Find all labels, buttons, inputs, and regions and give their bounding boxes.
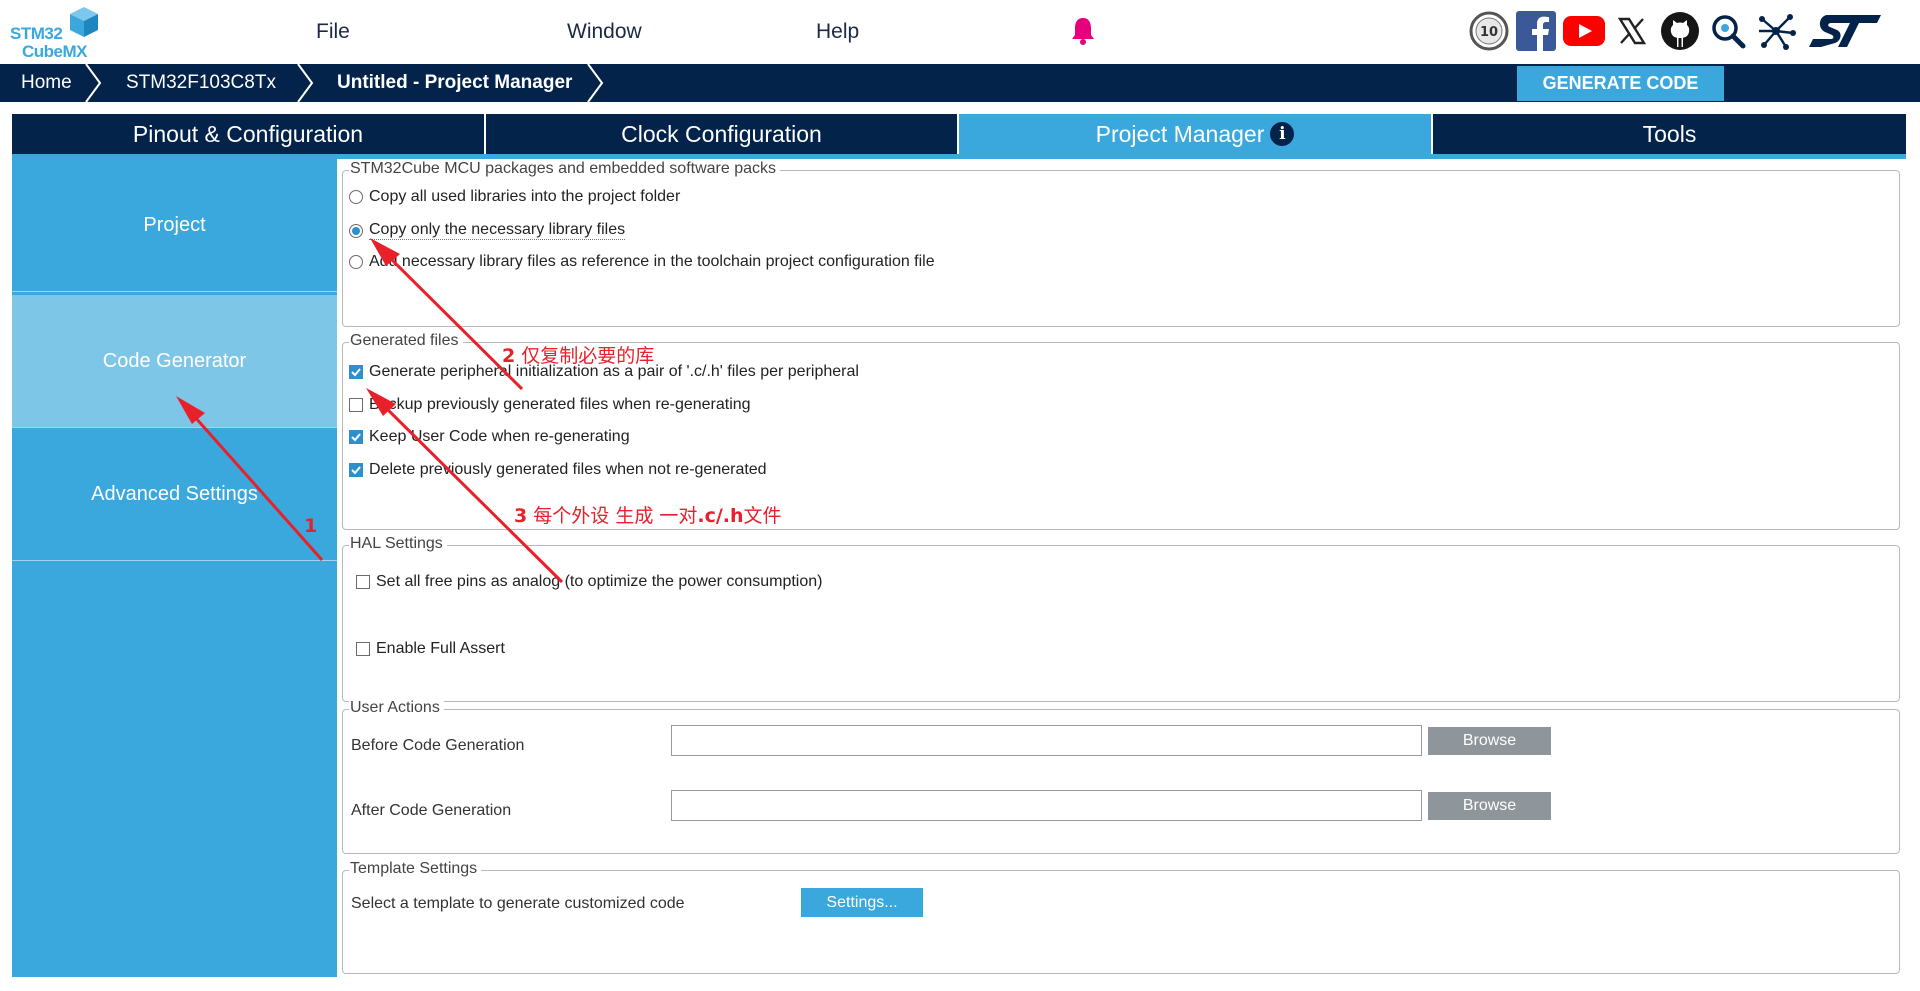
tab-label: Tools — [1642, 121, 1697, 147]
before-generation-label: Before Code Generation — [351, 737, 525, 754]
sidebar-item-advanced-settings[interactable]: Advanced Settings — [12, 428, 337, 561]
after-generation-label: After Code Generation — [351, 802, 512, 819]
tab-project-manager[interactable]: Project Manager i — [959, 114, 1433, 154]
checkmark-icon — [351, 466, 361, 475]
option-label: Enable Full Assert — [376, 640, 505, 657]
hal-settings-group: HAL Settings Set all free pins as analog… — [342, 535, 1900, 702]
checkmark-icon — [351, 433, 361, 442]
copy-all-libraries-option[interactable]: Copy all used libraries into the project… — [349, 188, 680, 206]
breadcrumb-project[interactable]: Untitled - Project Manager — [337, 64, 572, 102]
annotation-3: 3 每个外设 生成 一对.c/.h文件 — [514, 501, 782, 528]
add-library-reference-radio[interactable] — [349, 255, 363, 269]
annotation-text-tail: 文件 — [743, 505, 782, 527]
breadcrumb-separator-icon — [587, 64, 604, 102]
st-logo-icon[interactable] — [1806, 10, 1884, 52]
template-settings-group: Template Settings Select a template to g… — [342, 860, 1900, 974]
breadcrumb-home[interactable]: Home — [21, 64, 72, 102]
hal-settings-legend: HAL Settings — [349, 535, 447, 553]
sidebar-item-project[interactable]: Project — [12, 159, 337, 292]
sidebar-item-label: Code Generator — [102, 350, 247, 372]
template-settings-legend: Template Settings — [349, 860, 482, 878]
packages-group: STM32Cube MCU packages and embedded soft… — [342, 160, 1900, 327]
checkmark-icon — [351, 368, 361, 377]
copy-necessary-libraries-option[interactable]: Copy only the necessary library files — [349, 221, 626, 240]
cube-logo-icon — [70, 7, 98, 37]
facebook-icon[interactable] — [1515, 10, 1557, 52]
logo-text-top: STM32 — [10, 24, 63, 43]
generate-peripheral-files-checkbox[interactable] — [349, 365, 363, 379]
svg-text:10: 10 — [1480, 25, 1498, 40]
stm32cubemx-logo: STM32 CubeMX — [8, 6, 100, 61]
delete-generated-files-checkbox[interactable] — [349, 463, 363, 477]
annotation-number: 3 — [514, 505, 528, 527]
template-settings-button[interactable]: Settings... — [801, 888, 923, 917]
annotation-number: 2 — [502, 345, 516, 367]
breadcrumb-separator-icon — [297, 64, 314, 102]
tab-clock-configuration[interactable]: Clock Configuration — [486, 114, 959, 154]
github-icon[interactable] — [1659, 10, 1701, 52]
notification-bell-icon[interactable] — [1070, 16, 1096, 46]
menu-bar: STM32 CubeMX File Window Help 10 — [0, 0, 1920, 64]
backup-generated-files-checkbox[interactable] — [349, 398, 363, 412]
keep-user-code-checkbox[interactable] — [349, 430, 363, 444]
option-label: Copy only the necessary library files — [369, 221, 626, 240]
template-label: Select a template to generate customized… — [351, 895, 685, 912]
tab-label: Project Manager — [1095, 121, 1265, 147]
user-actions-legend: User Actions — [349, 699, 444, 717]
info-icon[interactable]: i — [1270, 122, 1295, 146]
option-label: Keep User Code when re-generating — [369, 428, 630, 445]
option-label: Add necessary library files as reference… — [369, 253, 935, 270]
annotation-text-bold: .c/.h — [697, 505, 744, 527]
logo-text-bottom: CubeMX — [22, 42, 88, 61]
code-generator-panel: STM32Cube MCU packages and embedded soft… — [337, 159, 1906, 977]
free-pins-analog-option[interactable]: Set all free pins as analog (to optimize… — [356, 573, 822, 591]
breadcrumb-mcu[interactable]: STM32F103C8Tx — [126, 64, 276, 102]
annotation-number: 1 — [304, 515, 318, 537]
add-library-reference-option[interactable]: Add necessary library files as reference… — [349, 253, 935, 271]
tab-label: Clock Configuration — [621, 121, 822, 147]
main-tabs: Pinout & Configuration Clock Configurati… — [12, 114, 1906, 154]
keep-user-code-option[interactable]: Keep User Code when re-generating — [349, 428, 630, 446]
tab-tools[interactable]: Tools — [1433, 114, 1906, 154]
x-icon[interactable] — [1611, 10, 1653, 52]
full-assert-option[interactable]: Enable Full Assert — [356, 640, 505, 658]
menu-help[interactable]: Help — [816, 20, 859, 44]
before-generation-input[interactable] — [671, 725, 1422, 756]
network-share-icon[interactable] — [1755, 10, 1797, 52]
sidebar-item-code-generator[interactable]: Code Generator — [12, 295, 337, 428]
full-assert-checkbox[interactable] — [356, 642, 370, 656]
option-label: Copy all used libraries into the project… — [369, 188, 681, 205]
backup-generated-files-option[interactable]: Backup previously generated files when r… — [349, 396, 751, 414]
breadcrumb-separator-icon — [85, 64, 102, 102]
option-label: Set all free pins as analog (to optimize… — [376, 573, 823, 590]
10-year-anniversary-icon[interactable]: 10 — [1468, 10, 1510, 52]
delete-generated-files-option[interactable]: Delete previously generated files when n… — [349, 461, 767, 479]
after-generation-input[interactable] — [671, 790, 1422, 821]
packages-legend: STM32Cube MCU packages and embedded soft… — [349, 160, 780, 178]
youtube-icon[interactable] — [1563, 10, 1605, 52]
sidebar: Project Code Generator Advanced Settings — [12, 159, 337, 977]
copy-necessary-libraries-radio[interactable] — [349, 223, 363, 238]
annotation-2: 2 仅复制必要的库 — [502, 341, 654, 368]
after-browse-button[interactable]: Browse — [1428, 792, 1551, 820]
annotation-text: 仅复制必要的库 — [515, 345, 655, 367]
before-browse-button[interactable]: Browse — [1428, 727, 1551, 755]
copy-all-libraries-radio[interactable] — [349, 190, 363, 204]
community-search-icon[interactable] — [1707, 10, 1749, 52]
option-label: Delete previously generated files when n… — [369, 461, 767, 478]
tab-pinout-configuration[interactable]: Pinout & Configuration — [12, 114, 486, 154]
user-actions-group: User Actions Before Code Generation Brow… — [342, 699, 1900, 854]
menu-window[interactable]: Window — [567, 20, 642, 44]
annotation-1: 1 — [304, 515, 317, 537]
menu-file[interactable]: File — [316, 20, 350, 44]
annotation-text: 每个外设 生成 一对 — [527, 505, 698, 527]
generate-code-button[interactable]: GENERATE CODE — [1517, 66, 1724, 101]
sidebar-item-label: Advanced Settings — [91, 483, 258, 505]
free-pins-analog-checkbox[interactable] — [356, 575, 370, 589]
option-label: Backup previously generated files when r… — [369, 396, 751, 413]
tab-label: Pinout & Configuration — [132, 121, 364, 147]
generated-files-legend: Generated files — [349, 332, 463, 350]
sidebar-item-label: Project — [143, 214, 206, 236]
